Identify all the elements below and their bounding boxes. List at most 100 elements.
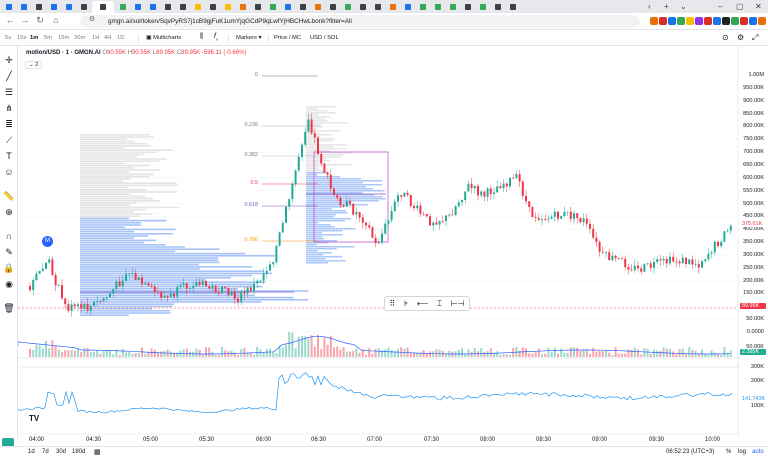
extension-icon[interactable] <box>749 17 757 25</box>
range-7d[interactable]: 7d <box>42 449 49 455</box>
browser-tab[interactable] <box>281 2 294 12</box>
marker-badge[interactable]: M <box>42 236 53 247</box>
interval-30m[interactable]: 30m <box>74 35 85 41</box>
horizontal-ray-icon[interactable]: ⟵ <box>417 299 428 308</box>
drag-handle-icon[interactable]: ⠿ <box>389 299 395 308</box>
browser-tab[interactable] <box>506 2 519 12</box>
browser-tab[interactable] <box>386 2 399 12</box>
crosshair-icon[interactable]: ✛ <box>3 54 15 66</box>
browser-tab[interactable] <box>461 2 474 12</box>
close-window-icon[interactable]: ✕ <box>755 0 762 13</box>
browser-tab[interactable] <box>17 2 30 12</box>
extension-icon[interactable] <box>704 17 712 25</box>
usd-sol-toggle[interactable]: USD / SOL <box>310 35 339 41</box>
log-toggle[interactable]: log <box>738 449 746 455</box>
browser-tab[interactable] <box>77 2 90 12</box>
home-icon[interactable]: ⌂ <box>50 15 62 25</box>
extension-icon[interactable] <box>731 17 739 25</box>
extension-icon[interactable] <box>659 17 667 25</box>
date-range-icon[interactable]: ⊢⊣ <box>451 299 465 308</box>
browser-tab[interactable] <box>326 2 339 12</box>
horizontal-lines-icon[interactable]: ☰ <box>3 86 15 98</box>
extension-icon[interactable] <box>740 17 748 25</box>
browser-tab[interactable] <box>221 2 234 12</box>
price-mc-toggle[interactable]: Price / MC <box>274 35 301 41</box>
browser-tab[interactable] <box>416 2 429 12</box>
ruler-icon[interactable]: 📏 <box>3 190 15 202</box>
lock-icon[interactable]: 🔒 <box>3 262 15 274</box>
new-tab-icon[interactable]: + <box>664 0 669 13</box>
auto-toggle[interactable]: auto <box>752 449 764 455</box>
indicators-button[interactable]: fx <box>214 33 218 41</box>
interval-5m[interactable]: 5m <box>44 35 52 41</box>
zoom-in-icon[interactable]: ⊕ <box>3 206 15 218</box>
interval-1d[interactable]: 1D <box>117 35 124 41</box>
browser-tab[interactable] <box>92 0 114 13</box>
browser-tab[interactable] <box>341 2 354 12</box>
browser-tab[interactable] <box>146 2 159 12</box>
browser-tab[interactable] <box>476 2 489 12</box>
long-position-icon[interactable]: ⊧ <box>404 299 408 308</box>
browser-tab[interactable] <box>371 2 384 12</box>
extension-icon[interactable] <box>758 17 766 25</box>
clock-readout[interactable]: 06:52:23 (UTC+3) <box>666 449 714 455</box>
tab-list-icon[interactable]: ⌄ <box>680 0 687 13</box>
interval-1h[interactable]: 1H <box>92 35 99 41</box>
range-30d[interactable]: 30d <box>56 449 66 455</box>
browser-tab[interactable] <box>116 2 129 12</box>
interval-5s[interactable]: 5s <box>5 35 11 41</box>
camera-icon[interactable]: ⊙ <box>722 33 729 42</box>
icon-tool-icon[interactable]: ☺ <box>3 166 15 178</box>
magnet-icon[interactable]: ∩ <box>3 230 15 242</box>
site-info-icon[interactable]: ⚙ <box>86 15 98 23</box>
browser-tab[interactable] <box>431 2 444 12</box>
chart-type-icon[interactable]: ⫼ <box>200 33 203 41</box>
browser-tab[interactable] <box>47 2 60 12</box>
text-icon[interactable]: T <box>3 150 15 162</box>
url-input[interactable]: gmgn.ai/sol/token/SqvPyRS7j1cB9gjFuK1umY… <box>80 15 640 28</box>
browser-tab[interactable] <box>131 2 144 12</box>
stay-drawing-icon[interactable]: ✎ <box>3 246 15 258</box>
browser-tab[interactable] <box>266 2 279 12</box>
browser-tab[interactable] <box>311 2 324 12</box>
interval-1m[interactable]: 1m <box>30 35 38 41</box>
fullscreen-icon[interactable]: ⤢ <box>752 33 758 43</box>
extension-icon[interactable] <box>722 17 730 25</box>
range-1d[interactable]: 1d <box>28 449 35 455</box>
browser-tab[interactable] <box>62 2 75 12</box>
multicharts-button[interactable]: ▣ Multicharts <box>146 35 181 41</box>
tab-scroll-left-icon[interactable]: ‹ <box>648 0 651 13</box>
browser-tab[interactable] <box>356 2 369 12</box>
extension-icon[interactable] <box>650 17 658 25</box>
eye-icon[interactable]: ◉ <box>3 278 15 290</box>
extension-icon[interactable] <box>695 17 703 25</box>
interval-4h[interactable]: 4H <box>104 35 111 41</box>
extension-icon[interactable] <box>713 17 721 25</box>
price-range-icon[interactable]: ⌶ <box>437 299 442 309</box>
extension-icon[interactable] <box>668 17 676 25</box>
interval-15s[interactable]: 15s <box>17 35 26 41</box>
settings-icon[interactable]: ⚙ <box>737 33 744 42</box>
calendar-icon[interactable]: ▦ <box>94 448 101 456</box>
browser-tab[interactable] <box>401 2 414 12</box>
pattern-icon[interactable]: ⟋ <box>3 134 15 146</box>
markers-button[interactable]: Markers ▾ <box>236 35 261 41</box>
trash-icon[interactable]: 🗑 <box>3 302 15 314</box>
extension-icon[interactable] <box>677 17 685 25</box>
browser-tab[interactable] <box>191 2 204 12</box>
browser-tab[interactable] <box>176 2 189 12</box>
interval-15m[interactable]: 15m <box>58 35 69 41</box>
browser-tab[interactable] <box>2 2 15 12</box>
range-180d[interactable]: 180d <box>72 449 85 455</box>
forward-icon[interactable]: → <box>19 15 31 25</box>
browser-tab[interactable] <box>446 2 459 12</box>
browser-tab[interactable] <box>296 2 309 12</box>
trend-line-icon[interactable]: ╱ <box>3 70 15 82</box>
browser-tab[interactable] <box>251 2 264 12</box>
back-icon[interactable]: ← <box>4 15 16 25</box>
maximize-icon[interactable]: ▢ <box>736 0 744 13</box>
browser-tab[interactable] <box>161 2 174 12</box>
browser-tab[interactable] <box>32 2 45 12</box>
price-chart[interactable] <box>18 46 740 438</box>
browser-tab[interactable] <box>491 2 504 12</box>
